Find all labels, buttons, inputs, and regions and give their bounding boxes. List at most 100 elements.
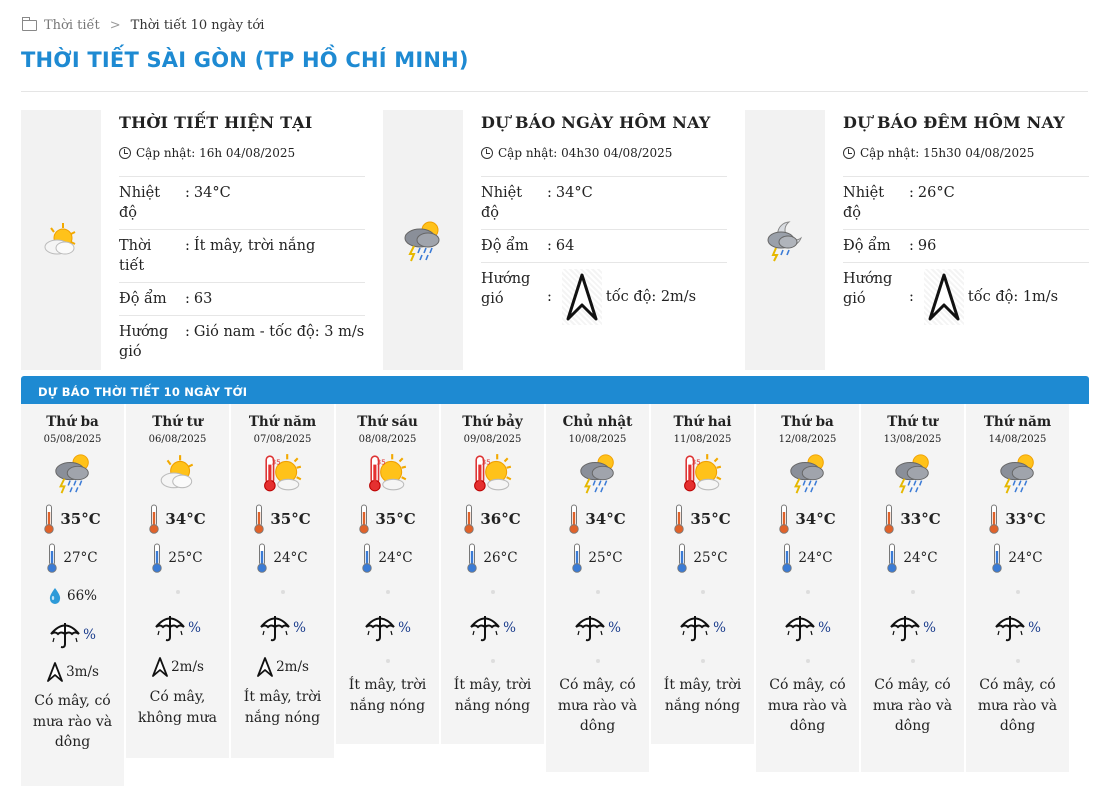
clock-icon <box>843 147 855 159</box>
temp-min: 26°C <box>483 550 518 566</box>
info-row: Hướng gió: Gió nam - tốc độ: 3 m/s <box>119 324 365 360</box>
day-date: 13/08/2025 <box>883 434 942 445</box>
day-name: Thứ ba <box>781 414 834 430</box>
info-row: Độ ẩm:63 <box>119 283 365 316</box>
hot-sun-icon: 35 <box>368 454 406 492</box>
umbrella-icon <box>470 616 500 642</box>
today-forecast-card: DỰ BÁO NGÀY HÔM NAY Cập nhật: 04h30 04/0… <box>383 110 728 370</box>
rain-chance: % <box>923 620 936 636</box>
info-row: Hướng gió: tốc độ: 2m/s <box>481 263 727 331</box>
thermometer-icon <box>359 504 370 534</box>
wind-speed: 3m/s <box>66 664 99 680</box>
wind-arrow-icon <box>47 662 63 682</box>
umbrella-icon <box>155 616 185 642</box>
temp-max: 33°C <box>1005 510 1046 528</box>
thermometer-icon <box>674 504 685 534</box>
clock-icon <box>481 147 493 159</box>
title-divider <box>21 91 1088 92</box>
humidity-drop-icon <box>49 588 61 604</box>
thunderstorm-icon <box>404 221 440 262</box>
day-date: 12/08/2025 <box>778 434 837 445</box>
day-description: Có mây, có mưa rào và dông <box>32 693 113 750</box>
sun-cloud-icon <box>44 223 76 255</box>
umbrella-icon <box>365 616 395 642</box>
thermometer-icon <box>884 504 895 534</box>
day-name: Thứ sáu <box>357 414 418 430</box>
tonight-forecast-icon-box <box>745 110 825 370</box>
temp-min: 27°C <box>63 550 98 566</box>
temp-min: 24°C <box>1008 550 1043 566</box>
info-row: Độ ẩm:96 <box>843 230 1089 263</box>
umbrella-icon <box>575 616 605 642</box>
rain-chance: % <box>713 620 726 636</box>
day-description: Ít mây, trời nắng nóng <box>663 677 742 714</box>
day-date: 05/08/2025 <box>43 434 102 445</box>
thunderstorm-icon <box>579 454 614 494</box>
updated-time: Cập nhật: 16h 04/08/2025 <box>136 146 296 160</box>
wind-arrow-icon <box>152 657 168 677</box>
temp-max: 35°C <box>375 510 416 528</box>
day-weather-icon <box>126 447 229 499</box>
thermometer-icon <box>989 504 1000 534</box>
umbrella-icon <box>995 616 1025 642</box>
clock-icon <box>119 147 131 159</box>
rain-chance: % <box>608 620 621 636</box>
page-title: THỜI TIẾT SÀI GÒN (TP HỒ CHÍ MINH) <box>21 48 469 72</box>
thermometer-icon <box>254 504 265 534</box>
day-name: Thứ năm <box>248 414 317 430</box>
rain-chance: % <box>83 627 96 643</box>
day-date: 07/08/2025 <box>253 434 312 445</box>
day-column: Thứ ba 12/08/2025 34°C 24°C% Có mây, có mưa … <box>756 404 860 772</box>
humidity: 66% <box>66 588 97 604</box>
day-column: Thứ tư 13/08/2025 33°C 24°C% Có mây, có mưa … <box>861 404 965 772</box>
temp-max: 33°C <box>900 510 941 528</box>
rain-chance: % <box>188 620 201 636</box>
info-row: Hướng gió: tốc độ: 1m/s <box>843 263 1089 331</box>
day-date: 06/08/2025 <box>148 434 207 445</box>
info-row: Nhiệt độ:26°C <box>843 177 1089 230</box>
day-weather-icon <box>966 447 1069 499</box>
day-column: Chủ nhật 10/08/2025 34°C 25°C% Có mây, có mư… <box>546 404 650 772</box>
updated-time: Cập nhật: 04h30 04/08/2025 <box>498 146 673 160</box>
moon-storm-icon <box>767 221 803 262</box>
day-date: 14/08/2025 <box>988 434 1047 445</box>
day-description: Ít mây, trời nắng nóng <box>243 689 322 726</box>
info-row: Nhiệt độ:34°C <box>481 177 727 230</box>
ten-day-header: DỰ BÁO THỜI TIẾT 10 NGÀY TỚI <box>21 376 1089 404</box>
hot-sun-icon: 35 <box>263 454 301 492</box>
thunderstorm-icon <box>894 454 929 494</box>
temp-max: 34°C <box>795 510 836 528</box>
thermometer-icon <box>464 504 475 534</box>
updated-time: Cập nhật: 15h30 04/08/2025 <box>860 146 1035 160</box>
thermometer-icon <box>149 504 160 534</box>
temp-min: 24°C <box>273 550 308 566</box>
svg-text:35: 35 <box>481 458 491 467</box>
current-weather-card: THỜI TIẾT HIỆN TẠI Cập nhật: 16h 04/08/2… <box>21 110 366 370</box>
day-weather-icon <box>861 447 964 499</box>
thunderstorm-icon <box>789 454 824 494</box>
thermometer-icon <box>569 504 580 534</box>
day-name: Chủ nhật <box>562 414 633 430</box>
day-column: Thứ ba 05/08/2025 35°C 27°C 66%% 3m/s Có mây, … <box>21 404 125 786</box>
rain-chance: % <box>818 620 831 636</box>
hot-sun-icon: 35 <box>473 454 511 492</box>
day-description: Có mây, có mưa rào và dông <box>977 677 1058 734</box>
day-weather-icon: 35 <box>441 447 544 499</box>
day-column: Thứ sáu 08/08/2025 35 35°C 24°C% Ít mây, trời… <box>336 404 440 744</box>
day-description: Ít mây, trời nắng nóng <box>348 677 427 714</box>
breadcrumb-root-link[interactable]: Thời tiết <box>44 18 100 33</box>
temp-min: 25°C <box>588 550 623 566</box>
temp-min: 25°C <box>693 550 728 566</box>
day-weather-icon: 35 <box>336 447 439 499</box>
card-title: THỜI TIẾT HIỆN TẠI <box>119 113 313 132</box>
day-weather-icon <box>546 447 649 499</box>
umbrella-icon <box>890 616 920 642</box>
wind-arrow-icon <box>257 657 273 677</box>
folder-icon <box>22 17 37 31</box>
svg-text:35: 35 <box>376 458 386 467</box>
info-row: Độ ẩm:64 <box>481 230 727 263</box>
breadcrumb: Thời tiết > Thời tiết 10 ngày tới <box>22 17 264 33</box>
today-forecast-icon-box <box>383 110 463 370</box>
wind-direction-icon <box>561 269 602 325</box>
day-weather-icon: 35 <box>651 447 754 499</box>
